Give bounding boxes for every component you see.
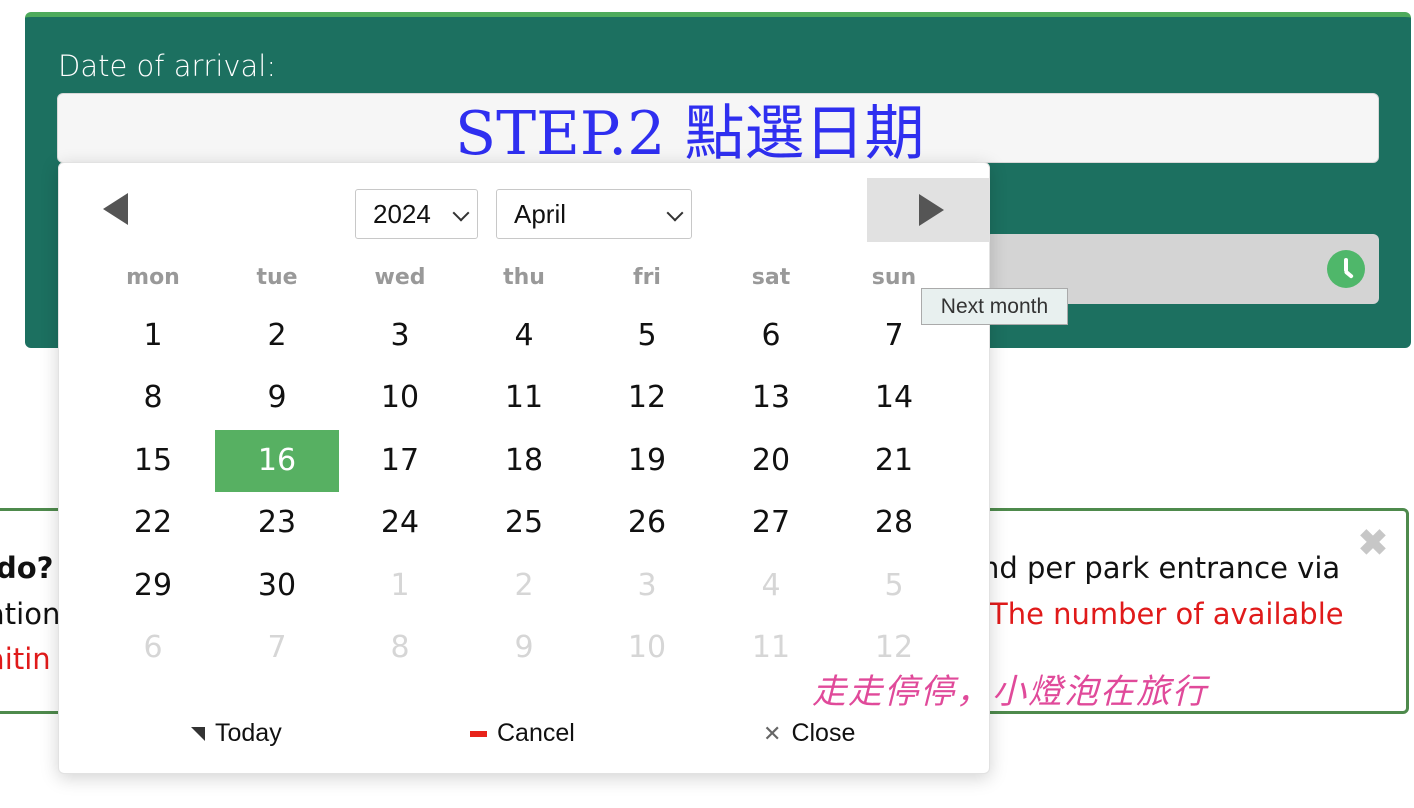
day-cell[interactable]: 12 — [585, 367, 709, 429]
day-cell[interactable]: 24 — [338, 492, 462, 554]
cancel-button[interactable]: Cancel — [470, 719, 575, 748]
day-cell-other-month[interactable]: 1 — [338, 555, 462, 617]
day-cell-other-month[interactable]: 4 — [709, 555, 833, 617]
day-cell-other-month[interactable]: 5 — [832, 555, 956, 617]
next-month-tooltip: Next month — [921, 288, 1068, 325]
day-cell-other-month[interactable]: 7 — [215, 617, 339, 679]
day-cell[interactable]: 2 — [215, 305, 339, 367]
day-cell[interactable]: 25 — [462, 492, 586, 554]
day-cell[interactable]: 30 — [215, 555, 339, 617]
today-button[interactable]: Today — [191, 719, 282, 748]
prev-month-icon[interactable] — [103, 193, 128, 225]
clock-icon[interactable] — [1327, 250, 1365, 288]
cancel-icon — [470, 730, 487, 737]
day-cell[interactable]: 18 — [462, 430, 586, 492]
day-cell[interactable]: 26 — [585, 492, 709, 554]
info-text: do? — [0, 551, 54, 585]
day-cell[interactable]: 3 — [338, 305, 462, 367]
day-cell[interactable]: 27 — [709, 492, 833, 554]
day-cell-selected[interactable]: 16 — [215, 430, 339, 492]
day-cell-other-month[interactable]: 10 — [585, 617, 709, 679]
day-cell[interactable]: 15 — [91, 430, 215, 492]
day-cell[interactable]: 9 — [215, 367, 339, 429]
day-cell-other-month[interactable]: 8 — [338, 617, 462, 679]
close-label: Close — [791, 719, 856, 747]
info-text: nd per park entrance via — [981, 551, 1341, 585]
day-cell[interactable]: 17 — [338, 430, 462, 492]
day-cell[interactable]: 4 — [462, 305, 586, 367]
today-icon — [191, 726, 205, 741]
day-cell[interactable]: 21 — [832, 430, 956, 492]
day-cell-other-month[interactable]: 9 — [462, 617, 586, 679]
today-label: Today — [215, 719, 282, 747]
next-month-button[interactable] — [867, 178, 989, 242]
day-cell[interactable]: 5 — [585, 305, 709, 367]
info-alert-text: : The number of available — [971, 597, 1344, 631]
weekday-header: fri — [633, 265, 661, 290]
close-icon[interactable]: ✖ — [1358, 525, 1388, 561]
day-cell[interactable]: 13 — [709, 367, 833, 429]
day-cell[interactable]: 6 — [709, 305, 833, 367]
step-annotation: STEP.2 點選日期 — [455, 99, 925, 169]
day-cell-other-month[interactable]: 6 — [91, 617, 215, 679]
month-value: April — [514, 199, 567, 229]
year-value: 2024 — [373, 199, 431, 229]
day-cell[interactable]: 14 — [832, 367, 956, 429]
weekday-header: thu — [503, 265, 545, 290]
day-cell[interactable]: 19 — [585, 430, 709, 492]
day-cell[interactable]: 28 — [832, 492, 956, 554]
day-cell[interactable]: 23 — [215, 492, 339, 554]
close-icon: ✕ — [763, 720, 782, 746]
chevron-down-icon — [452, 204, 470, 222]
day-cell[interactable]: 10 — [338, 367, 462, 429]
day-cell-other-month[interactable]: 2 — [462, 555, 586, 617]
weekday-header: sat — [751, 265, 791, 290]
cancel-label: Cancel — [497, 719, 575, 747]
info-text: ation — [0, 597, 61, 631]
day-cell[interactable]: 8 — [91, 367, 215, 429]
chevron-down-icon — [666, 204, 684, 222]
close-button[interactable]: ✕ Close — [763, 719, 855, 748]
date-of-arrival-label: Date of arrival: — [58, 49, 277, 83]
year-select[interactable]: 2024 — [355, 189, 478, 239]
info-alert-text: aitin — [0, 642, 51, 676]
weekday-header: tue — [256, 265, 298, 290]
weekday-header: wed — [374, 265, 426, 290]
weekday-header: sun — [871, 265, 917, 290]
day-cell[interactable]: 22 — [91, 492, 215, 554]
weekday-header: mon — [126, 265, 180, 290]
day-cell[interactable]: 11 — [462, 367, 586, 429]
watermark: 走走停停，小燈泡在旅行 — [812, 672, 1208, 712]
day-cell[interactable]: 20 — [709, 430, 833, 492]
day-cell[interactable]: 1 — [91, 305, 215, 367]
next-month-icon — [919, 194, 944, 226]
day-cell[interactable]: 29 — [91, 555, 215, 617]
day-cell-other-month[interactable]: 3 — [585, 555, 709, 617]
month-select[interactable]: April — [496, 189, 692, 239]
